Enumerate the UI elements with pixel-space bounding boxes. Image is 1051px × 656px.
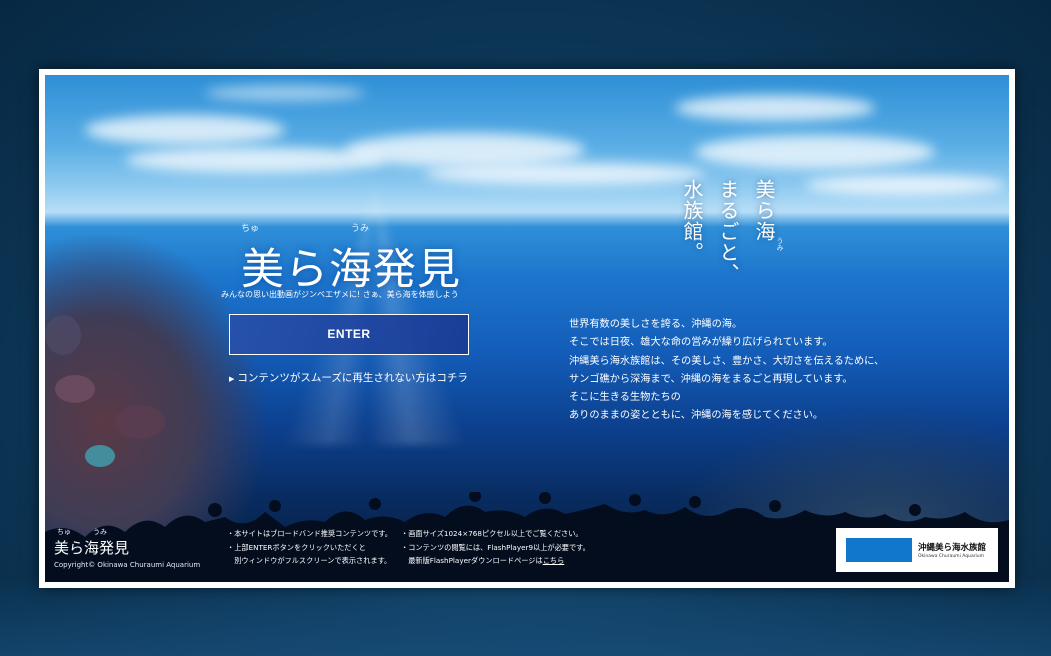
enter-button[interactable]: ENTER	[229, 314, 469, 355]
brand-name-en: Okinawa Churaumi Aquarium	[918, 554, 985, 559]
description-text: 世界有数の美しさを誇る、沖縄の海。 そこでは日夜、雄大な命の営みが繰り広げられて…	[569, 316, 969, 426]
coral	[115, 405, 165, 439]
coral	[55, 375, 95, 403]
cloud	[205, 85, 365, 101]
help-link-label: コンテンツがスムーズに再生されない方はコチラ	[237, 372, 468, 384]
logo-ruby-umi: うみ	[351, 224, 370, 234]
playback-help-link[interactable]: ▶ コンテンツがスムーズに再生されない方はコチラ	[229, 370, 468, 385]
note-line: ・画面サイズ1024×768ピクセル以上でご覧ください。	[401, 529, 583, 538]
brand-name: 沖縄美ら海水族館	[918, 543, 987, 553]
note-line: ・本サイトはブロードバンド推奨コンテンツです。	[227, 529, 392, 538]
slogan-line-3: 水族館。	[680, 179, 704, 263]
description-line: 世界有数の美しさを誇る、沖縄の海。	[569, 319, 743, 330]
cloud	[675, 95, 875, 121]
logo-ruby-chu: ちゅ	[241, 224, 260, 234]
coral	[45, 315, 81, 355]
flash-download-link[interactable]: こちら	[543, 556, 565, 565]
note-prefix: 最新版FlashPlayerダウンロードページは	[401, 556, 543, 565]
description-line: サンゴ礁から深海まで、沖縄の海をまるごと再現しています。	[569, 373, 853, 385]
notes-right: ・画面サイズ1024×768ピクセル以上でご覧ください。 ・コンテンツの閲覧には…	[401, 527, 590, 568]
logo-title: 美ら海発見	[241, 245, 461, 295]
ocean-scene: ちゅ うみ 美ら海発見 みんなの思い出動画がジンベエザメに! さぁ、美ら海を体感…	[45, 75, 1009, 582]
slogan-line-1: 美ら海	[752, 179, 776, 242]
note-line: 最新版FlashPlayerダウンロードページはこちら	[401, 554, 590, 568]
splash-frame: ちゅ うみ 美ら海発見 みんなの思い出動画がジンベエザメに! さぁ、美ら海を体感…	[39, 69, 1015, 588]
logo-subtitle: みんなの思い出動画がジンベエザメに! さぁ、美ら海を体感しよう	[221, 290, 459, 299]
copyright: Copyright© Okinawa Churaumi Aquarium	[54, 561, 201, 569]
description-line: ありのままの姿とともに、沖縄の海を感じてください。	[569, 410, 824, 422]
page-bottom-glow	[0, 576, 1051, 656]
cloud	[345, 133, 585, 167]
note-line: ・上部ENTERボタンをクリックいただくと	[227, 542, 366, 552]
slogan-line-2: まるごと、	[716, 179, 740, 284]
cloud	[425, 163, 705, 185]
description-line: 沖縄美ら海水族館は、その美しさ、豊かさ、大切さを伝えるために、	[569, 355, 885, 367]
cloud	[85, 115, 285, 145]
aquarium-brand-logo[interactable]: 沖縄美ら海水族館 Okinawa Churaumi Aquarium	[836, 528, 998, 572]
footer-title: 美ら海発見	[54, 539, 130, 557]
description-line: そこに生きる生物たちの	[569, 392, 681, 404]
footer-ruby-umi: うみ	[93, 528, 107, 536]
brand-mark-icon	[846, 538, 912, 562]
cloud	[695, 135, 935, 169]
description-line: そこでは日夜、雄大な命の営みが繰り広げられています。	[569, 337, 833, 349]
note-line: ・コンテンツの閲覧には、FlashPlayer9以上が必要です。	[401, 542, 590, 552]
arrow-right-icon: ▶	[229, 375, 235, 383]
footer-ruby-chu: ちゅ	[57, 528, 71, 536]
coral	[85, 445, 115, 467]
notes-left: ・本サイトはブロードバンド推奨コンテンツです。 ・上部ENTERボタンをクリック…	[227, 527, 392, 568]
note-line: 別ウィンドウがフルスクリーンで表示されます。	[227, 556, 392, 565]
cloud	[805, 175, 1005, 195]
slogan-ruby: うみ	[776, 237, 784, 251]
